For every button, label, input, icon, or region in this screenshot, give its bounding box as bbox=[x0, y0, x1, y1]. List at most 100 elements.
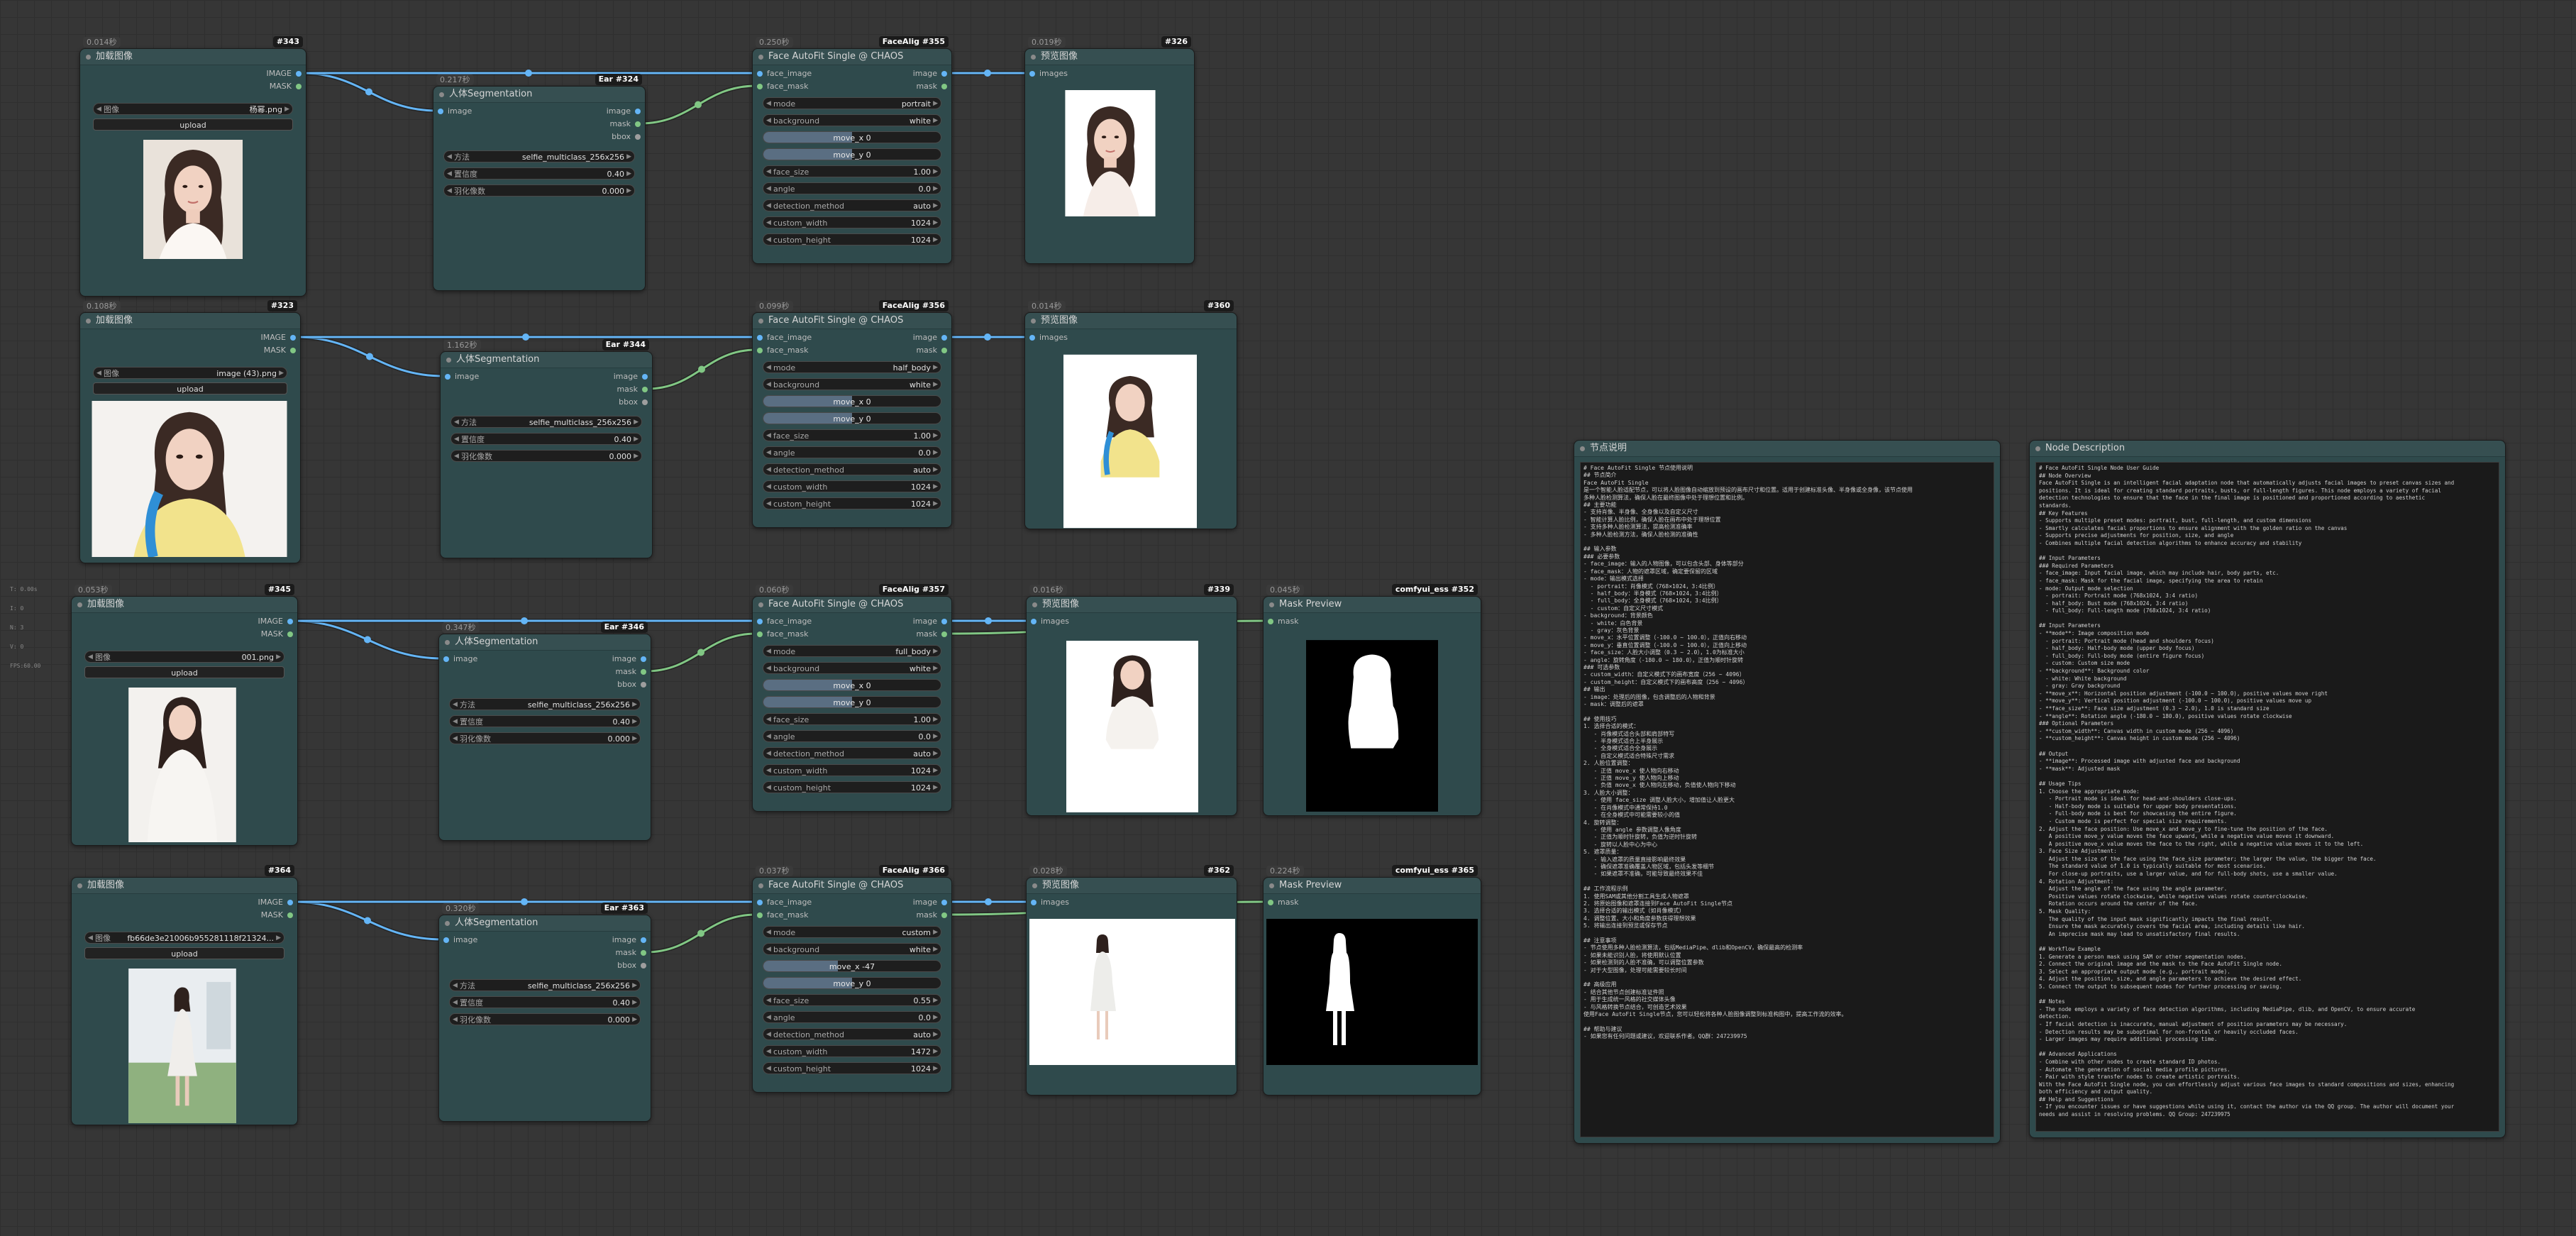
output-mask[interactable]: mask bbox=[916, 346, 947, 355]
detection-method-select[interactable]: ◀ detection_method auto ▶ bbox=[763, 199, 941, 211]
increment-arrow-icon[interactable]: ▶ bbox=[632, 716, 637, 728]
seg-widget-1[interactable]: ◀ 置信度 0.40 ▶ bbox=[449, 715, 641, 727]
node-title[interactable]: 人体Segmentation bbox=[441, 352, 652, 368]
angle-field[interactable]: ◀ angle 0.0 ▶ bbox=[763, 730, 941, 742]
increment-arrow-icon[interactable]: ▶ bbox=[933, 430, 938, 442]
move-x-slider[interactable]: move_x 0 bbox=[763, 131, 941, 143]
decrement-arrow-icon[interactable]: ◀ bbox=[766, 927, 771, 939]
decrement-arrow-icon[interactable]: ◀ bbox=[766, 464, 771, 476]
node-title[interactable]: 预览图像 bbox=[1025, 49, 1194, 65]
custom-width-field[interactable]: ◀ custom_width 1024 ▶ bbox=[763, 764, 941, 776]
output-image[interactable]: image bbox=[913, 898, 947, 907]
slot-dot[interactable] bbox=[635, 134, 641, 140]
node-title[interactable]: 预览图像 bbox=[1027, 597, 1237, 613]
slot-dot[interactable] bbox=[757, 348, 763, 353]
detection-method-select[interactable]: ◀ detection_method auto ▶ bbox=[763, 747, 941, 759]
notes-node-en[interactable]: Node Description # Face AutoFit Single N… bbox=[2029, 440, 2506, 1138]
decrement-arrow-icon[interactable]: ◀ bbox=[766, 481, 771, 493]
move-y-slider[interactable]: move_y 0 bbox=[763, 148, 941, 160]
custom-width-field[interactable]: ◀ custom_width 1024 ▶ bbox=[763, 480, 941, 492]
decrement-arrow-icon[interactable]: ◀ bbox=[453, 716, 458, 728]
slot-dot[interactable] bbox=[438, 109, 443, 114]
increment-arrow-icon[interactable]: ▶ bbox=[933, 1063, 938, 1075]
input-images[interactable]: images bbox=[1029, 333, 1068, 343]
custom-width-field[interactable]: ◀ custom_width 1024 ▶ bbox=[763, 216, 941, 228]
increment-arrow-icon[interactable]: ▶ bbox=[933, 200, 938, 212]
move-x-slider[interactable]: move_x 0 bbox=[763, 679, 941, 691]
output-image[interactable]: image bbox=[913, 617, 947, 627]
decrement-arrow-icon[interactable]: ◀ bbox=[766, 115, 771, 127]
mask-preview-node[interactable]: Mask Preview 0.045秒 comfyui_ess #352 mask bbox=[1263, 584, 1481, 816]
decrement-arrow-icon[interactable]: ◀ bbox=[766, 234, 771, 246]
node-title[interactable]: 加载图像 bbox=[80, 49, 306, 65]
increment-arrow-icon[interactable]: ▶ bbox=[933, 995, 938, 1007]
increment-arrow-icon[interactable]: ▶ bbox=[626, 185, 631, 197]
decrement-arrow-icon[interactable]: ◀ bbox=[766, 731, 771, 743]
load-image-node[interactable]: 加载图像 0.053秒 #345 IMAGE MASK ◀ 图像 001.png ▶ upload bbox=[71, 584, 298, 846]
input-face-image[interactable]: face_image bbox=[757, 69, 812, 79]
slot-dot[interactable] bbox=[443, 937, 449, 943]
input-face-image[interactable]: face_image bbox=[757, 333, 812, 343]
increment-arrow-icon[interactable]: ▶ bbox=[933, 944, 938, 956]
increment-arrow-icon[interactable]: ▶ bbox=[933, 748, 938, 760]
decrement-arrow-icon[interactable]: ◀ bbox=[766, 995, 771, 1007]
output-image[interactable]: IMAGE bbox=[258, 898, 293, 907]
increment-arrow-icon[interactable]: ▶ bbox=[632, 733, 637, 745]
node-title[interactable]: 预览图像 bbox=[1027, 878, 1237, 894]
face-autofit-node[interactable]: Face AutoFit Single @ CHAOS 0.250秒 FaceAli… bbox=[752, 36, 952, 264]
slot-dot[interactable] bbox=[635, 109, 641, 114]
decrement-arrow-icon[interactable]: ◀ bbox=[447, 168, 452, 180]
slot-dot[interactable] bbox=[757, 631, 763, 637]
move-y-slider[interactable]: move_y 0 bbox=[763, 977, 941, 989]
decrement-arrow-icon[interactable]: ◀ bbox=[766, 782, 771, 794]
input-mask[interactable]: mask bbox=[1268, 617, 1299, 627]
decrement-arrow-icon[interactable]: ◀ bbox=[766, 748, 771, 760]
detection-method-select[interactable]: ◀ detection_method auto ▶ bbox=[763, 463, 941, 475]
increment-arrow-icon[interactable]: ▶ bbox=[276, 651, 281, 663]
slot-dot[interactable] bbox=[1031, 900, 1037, 905]
preview-image-node[interactable]: 预览图像 0.014秒 #360 images bbox=[1024, 300, 1237, 529]
seg-widget-1[interactable]: ◀ 置信度 0.40 ▶ bbox=[443, 167, 635, 180]
decrement-arrow-icon[interactable]: ◀ bbox=[766, 217, 771, 229]
increment-arrow-icon[interactable]: ▶ bbox=[626, 168, 631, 180]
node-title[interactable]: Face AutoFit Single @ CHAOS bbox=[753, 313, 951, 329]
decrement-arrow-icon[interactable]: ◀ bbox=[766, 646, 771, 658]
increment-arrow-icon[interactable]: ▶ bbox=[933, 1029, 938, 1041]
slot-dot[interactable] bbox=[1029, 71, 1035, 77]
node-title[interactable]: Mask Preview bbox=[1264, 878, 1481, 894]
seg-widget-0[interactable]: ◀ 方法 selfie_multiclass_256x256 ▶ bbox=[450, 416, 642, 428]
image-select[interactable]: ◀ 图像 fb66de3e21006b955281118f21324... ▶ bbox=[84, 932, 284, 944]
seg-widget-2[interactable]: ◀ 羽化像数 0.000 ▶ bbox=[449, 1013, 641, 1025]
increment-arrow-icon[interactable]: ▶ bbox=[933, 379, 938, 391]
load-image-node[interactable]: 加载图像 0.014秒 #343 IMAGE MASK ◀ 图像 杨幂.png ▶ upload bbox=[79, 36, 306, 297]
node-title[interactable]: 加载图像 bbox=[72, 878, 297, 894]
slot-dot[interactable] bbox=[1031, 619, 1037, 624]
decrement-arrow-icon[interactable]: ◀ bbox=[766, 944, 771, 956]
notes-node-cn[interactable]: 节点说明 # Face AutoFit Single 节点使用说明 ## 节点简… bbox=[1574, 440, 2001, 1144]
slot-dot[interactable] bbox=[1268, 900, 1273, 905]
output-image[interactable]: IMAGE bbox=[260, 333, 296, 343]
decrement-arrow-icon[interactable]: ◀ bbox=[766, 663, 771, 675]
decrement-arrow-icon[interactable]: ◀ bbox=[766, 447, 771, 459]
move-x-slider[interactable]: move_x -47 bbox=[763, 960, 941, 972]
mode-select[interactable]: ◀ mode portrait ▶ bbox=[763, 97, 941, 109]
upload-button[interactable]: upload bbox=[93, 382, 287, 394]
decrement-arrow-icon[interactable]: ◀ bbox=[766, 498, 771, 510]
increment-arrow-icon[interactable]: ▶ bbox=[284, 104, 289, 116]
output-mask[interactable]: mask bbox=[617, 385, 648, 394]
seg-widget-2[interactable]: ◀ 羽化像数 0.000 ▶ bbox=[450, 450, 642, 462]
decrement-arrow-icon[interactable]: ◀ bbox=[96, 104, 101, 116]
preview-image-node[interactable]: 预览图像 0.019秒 #326 images bbox=[1024, 36, 1195, 264]
node-title[interactable]: 人体Segmentation bbox=[433, 87, 645, 103]
upload-button[interactable]: upload bbox=[84, 666, 284, 678]
output-image[interactable]: image bbox=[913, 69, 947, 79]
decrement-arrow-icon[interactable]: ◀ bbox=[88, 651, 93, 663]
decrement-arrow-icon[interactable]: ◀ bbox=[766, 1012, 771, 1024]
output-bbox[interactable]: bbox bbox=[612, 132, 641, 142]
increment-arrow-icon[interactable]: ▶ bbox=[632, 1014, 637, 1026]
slot-dot[interactable] bbox=[287, 631, 293, 637]
node-title[interactable]: Face AutoFit Single @ CHAOS bbox=[753, 49, 951, 65]
increment-arrow-icon[interactable]: ▶ bbox=[933, 464, 938, 476]
decrement-arrow-icon[interactable]: ◀ bbox=[454, 451, 459, 463]
input-image[interactable]: image bbox=[443, 654, 477, 664]
